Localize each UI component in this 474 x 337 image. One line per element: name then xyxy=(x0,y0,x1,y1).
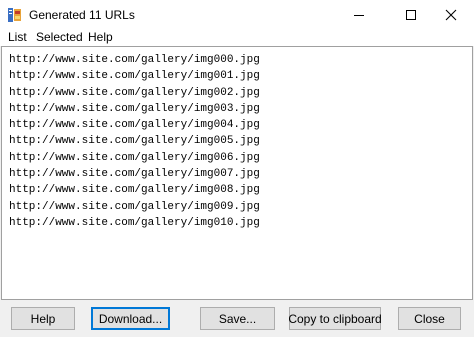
url-item[interactable]: http://www.site.com/gallery/img007.jpg xyxy=(9,166,260,182)
menu-list[interactable]: List xyxy=(8,30,27,44)
minimize-icon xyxy=(354,15,364,16)
window-title: Generated 11 URLs xyxy=(29,8,135,22)
minimize-button[interactable] xyxy=(336,0,382,30)
url-item[interactable]: http://www.site.com/gallery/img003.jpg xyxy=(9,101,260,117)
url-item[interactable]: http://www.site.com/gallery/img006.jpg xyxy=(9,150,260,166)
menu-help[interactable]: Help xyxy=(88,30,113,44)
url-item[interactable]: http://www.site.com/gallery/img009.jpg xyxy=(9,199,260,215)
maximize-icon xyxy=(406,10,416,20)
help-button[interactable]: Help xyxy=(11,307,75,330)
url-list-box[interactable]: http://www.site.com/gallery/img000.jpg h… xyxy=(1,46,473,300)
url-item[interactable]: http://www.site.com/gallery/img005.jpg xyxy=(9,133,260,149)
title-bar[interactable]: Generated 11 URLs xyxy=(0,0,474,30)
url-item[interactable]: http://www.site.com/gallery/img001.jpg xyxy=(9,68,260,84)
close-icon xyxy=(445,9,457,21)
url-item[interactable]: http://www.site.com/gallery/img002.jpg xyxy=(9,85,260,101)
menu-bar: List Selected Help xyxy=(0,28,474,46)
menu-selected[interactable]: Selected xyxy=(36,30,83,44)
app-icon xyxy=(8,8,21,22)
save-button[interactable]: Save... xyxy=(200,307,275,330)
copy-to-clipboard-button[interactable]: Copy to clipboard xyxy=(288,307,382,330)
url-item[interactable]: http://www.site.com/gallery/img000.jpg xyxy=(9,52,260,68)
close-button[interactable]: Close xyxy=(398,307,461,330)
window-close-button[interactable] xyxy=(428,0,474,30)
download-button[interactable]: Download... xyxy=(91,307,170,330)
url-item[interactable]: http://www.site.com/gallery/img010.jpg xyxy=(9,215,260,231)
url-item[interactable]: http://www.site.com/gallery/img004.jpg xyxy=(9,117,260,133)
url-item[interactable]: http://www.site.com/gallery/img008.jpg xyxy=(9,182,260,198)
url-list: http://www.site.com/gallery/img000.jpg h… xyxy=(9,52,260,231)
